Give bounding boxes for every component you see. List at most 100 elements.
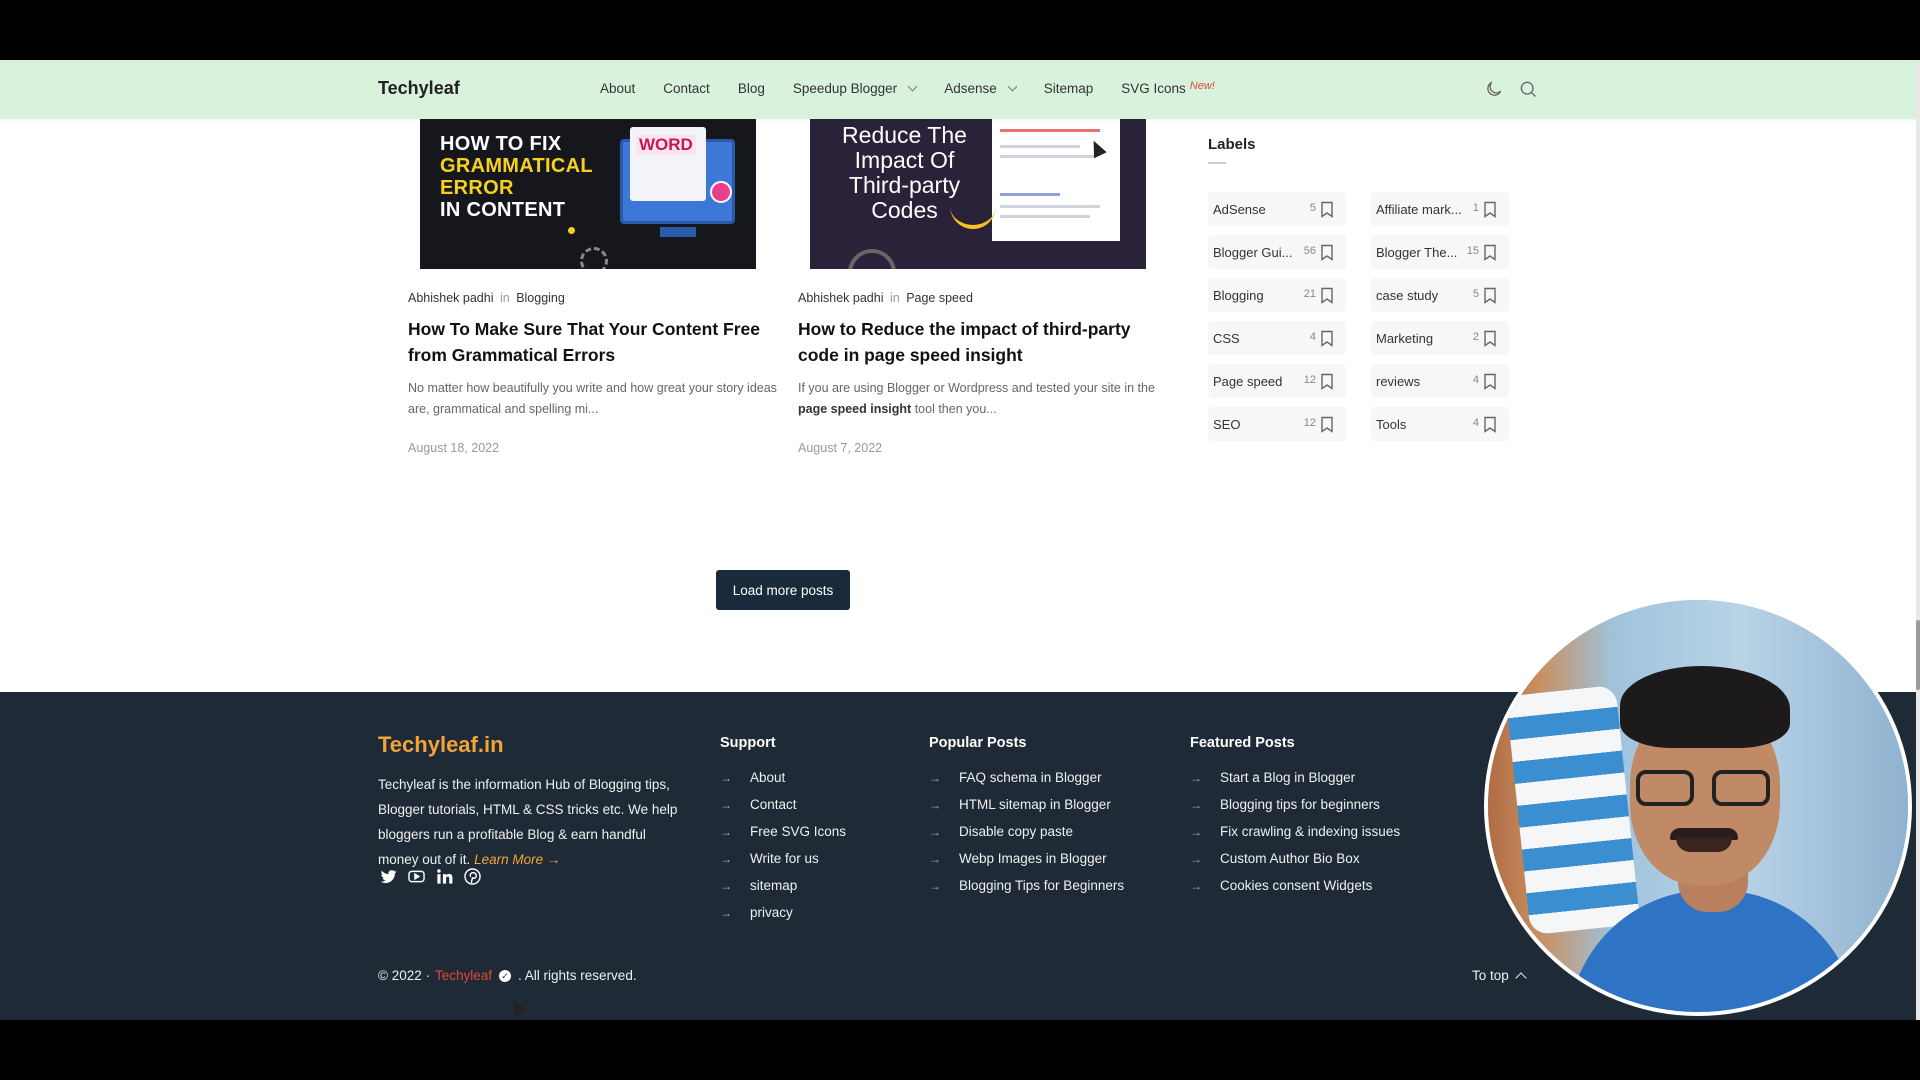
support-link-sitemap[interactable]: → sitemap (720, 878, 846, 905)
support-link-free-svg-icons[interactable]: → Free SVG Icons (720, 824, 846, 851)
footer-brand[interactable]: Techyleaf.in (378, 732, 504, 758)
label-chip[interactable]: Marketing 2 (1371, 321, 1509, 355)
site-brand[interactable]: Techyleaf (378, 78, 460, 99)
moon-icon[interactable] (1484, 79, 1504, 104)
monitor-stand (660, 227, 696, 237)
page-scrollbar[interactable] (1916, 60, 1920, 1020)
popular-posts-list: → FAQ schema in Blogger → HTML sitemap in … (929, 770, 1124, 905)
label-chip[interactable]: reviews 4 (1371, 364, 1509, 398)
support-link-write-for-us[interactable]: → Write for us (720, 851, 846, 878)
link-label: FAQ schema in Blogger (959, 770, 1102, 785)
thumbnail-headline: HOW TO FIX GRAMMATICAL ERROR IN CONTENT (440, 133, 593, 221)
post-category[interactable]: Blogging (516, 291, 565, 305)
featured-post-link[interactable]: → Cookies consent Widgets (1190, 878, 1400, 905)
label-count: 2 (1472, 331, 1479, 343)
nav-link-label: SVG Icons (1121, 81, 1186, 96)
label-name: AdSense (1213, 202, 1266, 217)
label-chip[interactable]: SEO 12 (1208, 407, 1346, 441)
link-label: HTML sitemap in Blogger (959, 797, 1111, 812)
popular-post-link[interactable]: → Blogging Tips for Beginners (929, 878, 1124, 905)
label-chip[interactable]: Blogger The... 15 (1371, 235, 1509, 269)
youtube-icon[interactable] (406, 866, 426, 886)
link-label: Custom Author Bio Box (1220, 851, 1360, 866)
featured-post-link[interactable]: → Fix crawling & indexing issues (1190, 824, 1400, 851)
copyright-brand-link[interactable]: Techyleaf (435, 968, 492, 983)
arrow-right-icon: → (1190, 879, 1202, 893)
featured-post-link[interactable]: → Custom Author Bio Box (1190, 851, 1400, 878)
post-meta: Abhishek padhi in Blogging (408, 291, 565, 305)
label-name: Blogger Gui... (1213, 245, 1293, 260)
support-link-contact[interactable]: → Contact (720, 797, 846, 824)
post-author[interactable]: Abhishek padhi (798, 291, 883, 305)
post-excerpt: If you are using Blogger or Wordpress an… (798, 378, 1168, 420)
arrow-right-icon: → (720, 906, 732, 920)
link-label: About (750, 770, 786, 785)
verified-icon: ✓ (499, 969, 512, 982)
search-icon[interactable] (1518, 79, 1538, 104)
nav-link-about[interactable]: About (600, 81, 635, 96)
linkedin-icon[interactable] (434, 866, 454, 886)
nav-link-blog[interactable]: Blog (738, 81, 765, 96)
label-chip[interactable]: Page speed 12 (1208, 364, 1346, 398)
nav-dropdown-speedup-blogger[interactable]: Speedup Blogger (792, 81, 918, 96)
labels-underline (1208, 162, 1226, 164)
arrow-right-icon: → (720, 771, 732, 785)
post-category[interactable]: Page speed (906, 291, 973, 305)
copyright-text: © 2022 · (378, 968, 430, 983)
report-line (1000, 129, 1100, 132)
nav-link-svg-icons[interactable]: SVG Icons New! (1121, 80, 1215, 96)
video-letterbox-top (0, 0, 1920, 60)
pinterest-icon[interactable] (462, 866, 482, 886)
label-chip[interactable]: case study 5 (1371, 278, 1509, 312)
label-count: 21 (1303, 288, 1316, 300)
popular-post-link[interactable]: → Webp Images in Blogger (929, 851, 1124, 878)
support-link-privacy[interactable]: → privacy (720, 905, 846, 932)
video-letterbox-bottom (0, 1020, 1920, 1080)
popular-post-link[interactable]: → FAQ schema in Blogger (929, 770, 1124, 797)
nav-link-contact[interactable]: Contact (663, 81, 710, 96)
new-badge: New! (1189, 80, 1215, 92)
support-list: → About → Contact → Free SVG Icons → Write f… (720, 770, 846, 932)
webcam-glasses (1636, 770, 1776, 810)
learn-more-link[interactable]: Learn More → (474, 852, 560, 867)
labels-heading: Labels (1208, 136, 1256, 153)
label-chip[interactable]: Affiliate mark... 1 (1371, 192, 1509, 226)
post-title[interactable]: How To Make Sure That Your Content Free … (408, 316, 778, 368)
nav-link-label: Blog (737, 81, 765, 96)
nav-dropdown-adsense[interactable]: Adsense (944, 81, 1018, 96)
nav-link-sitemap[interactable]: Sitemap (1044, 81, 1094, 96)
label-count: 15 (1466, 245, 1479, 257)
post-author[interactable]: Abhishek padhi (408, 291, 493, 305)
nav-link-label: Sitemap (1043, 81, 1094, 96)
nav-link-label: Speedup Blogger (792, 81, 898, 96)
featured-post-link[interactable]: → Blogging tips for beginners (1190, 797, 1400, 824)
link-label: Write for us (750, 851, 819, 866)
link-label: Blogging tips for beginners (1220, 797, 1380, 812)
post-thumbnail-grammar[interactable]: HOW TO FIX GRAMMATICAL ERROR IN CONTENT … (420, 119, 756, 269)
arrow-right-icon: → (720, 879, 732, 893)
document-illustration: WORD (630, 127, 706, 201)
link-label: Blogging Tips for Beginners (959, 878, 1125, 893)
featured-post-link[interactable]: → Start a Blog in Blogger (1190, 770, 1400, 797)
popular-post-link[interactable]: → Disable copy paste (929, 824, 1124, 851)
thumbnail-line: ERROR (440, 177, 514, 199)
label-chip[interactable]: Blogger Gui... 56 (1208, 235, 1346, 269)
post-meta: Abhishek padhi in Page speed (798, 291, 973, 305)
label-chip[interactable]: Blogging 21 (1208, 278, 1346, 312)
label-name: Blogging (1213, 288, 1264, 303)
label-name: Marketing (1376, 331, 1434, 346)
popular-post-link[interactable]: → HTML sitemap in Blogger (929, 797, 1124, 824)
post-title[interactable]: How to Reduce the impact of third-party … (798, 316, 1168, 368)
label-chip[interactable]: CSS 4 (1208, 321, 1346, 355)
nav-links: About Contact Blog Speedup Blogger Adsen… (600, 80, 1243, 96)
label-chip[interactable]: AdSense 5 (1208, 192, 1346, 226)
arrow-right-icon: → (1190, 771, 1202, 785)
scrollbar-thumb[interactable] (1916, 620, 1920, 690)
twitter-icon[interactable] (378, 866, 398, 886)
support-link-about[interactable]: → About (720, 770, 846, 797)
report-line (1000, 215, 1090, 218)
load-more-button[interactable]: Load more posts (716, 570, 850, 610)
chevron-down-icon (907, 81, 918, 92)
label-chip[interactable]: Tools 4 (1371, 407, 1509, 441)
webcam-hair (1620, 666, 1790, 748)
